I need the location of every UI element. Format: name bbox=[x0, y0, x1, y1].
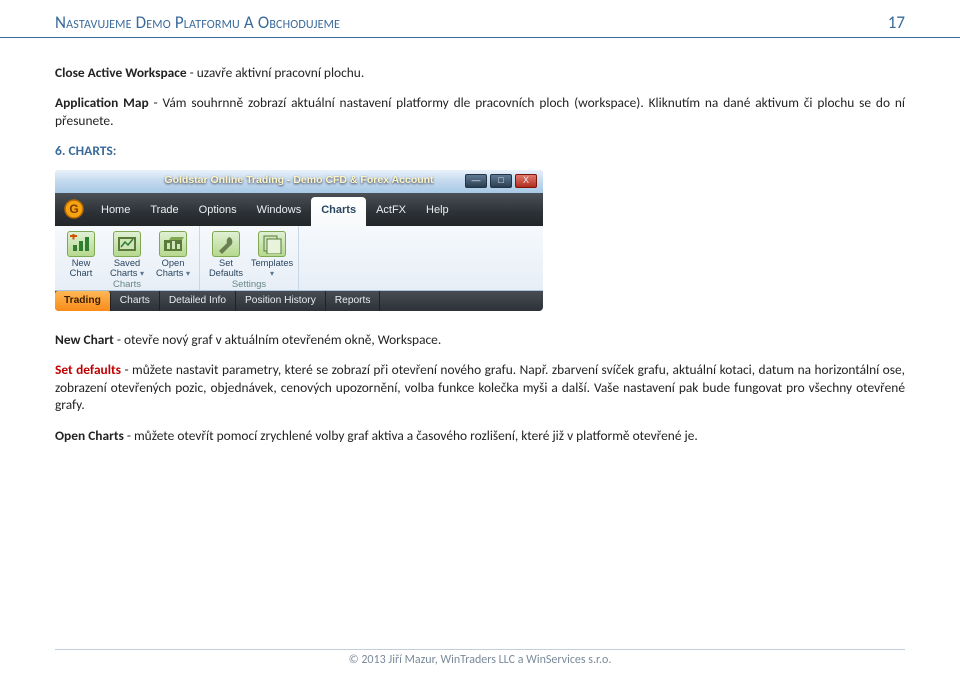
tab-trading[interactable]: Trading bbox=[55, 291, 111, 311]
ribbon-group-label: Charts bbox=[58, 278, 196, 291]
ribbon-group-charts: NewChartSavedCharts ▾OpenCharts ▾Charts bbox=[55, 226, 200, 290]
ribbon-open-charts[interactable]: OpenCharts ▾ bbox=[150, 228, 196, 279]
minimize-button[interactable]: — bbox=[465, 174, 487, 188]
menu-trade[interactable]: Trade bbox=[140, 193, 188, 226]
ribbon-saved-charts[interactable]: SavedCharts ▾ bbox=[104, 228, 150, 279]
chart-open-icon bbox=[159, 231, 187, 257]
tab-reports[interactable]: Reports bbox=[326, 291, 381, 311]
menubar: G HomeTradeOptionsWindowsChartsActFXHelp bbox=[55, 193, 543, 226]
close-button[interactable]: X bbox=[515, 174, 537, 188]
maximize-button[interactable]: □ bbox=[490, 174, 512, 188]
paragraph-new-chart: New Chart - otevře nový graf v aktuálním… bbox=[55, 331, 905, 348]
paragraph-open-charts: Open Charts - můžete otevřít pomocí zryc… bbox=[55, 427, 905, 444]
menu-windows[interactable]: Windows bbox=[247, 193, 312, 226]
menu-help[interactable]: Help bbox=[416, 193, 459, 226]
ribbon-set-defaults[interactable]: SetDefaults bbox=[203, 228, 249, 279]
tab-detailed-info[interactable]: Detailed Info bbox=[160, 291, 236, 311]
term: New Chart bbox=[55, 331, 114, 348]
ribbon-templates-[interactable]: Templates ▾ bbox=[249, 228, 295, 279]
page-number: 17 bbox=[888, 12, 905, 33]
tab-charts[interactable]: Charts bbox=[111, 291, 160, 311]
tabs-row: TradingChartsDetailed InfoPosition Histo… bbox=[55, 291, 543, 311]
templates-icon bbox=[258, 231, 286, 257]
term: Set defaults bbox=[55, 361, 121, 378]
page-footer: © 2013 Jiří Mazur, WinTraders LLC a WinS… bbox=[55, 649, 905, 667]
section-charts-heading: 6. CHARTS: bbox=[55, 142, 905, 160]
page-content: Close Active Workspace - uzavře aktivní … bbox=[0, 38, 960, 444]
wrench-icon bbox=[212, 231, 240, 257]
titlebar: Goldstar Online Trading - Demo CFD & For… bbox=[55, 170, 543, 193]
ribbon-group-settings: SetDefaultsTemplates ▾Settings bbox=[200, 226, 299, 290]
ribbon: NewChartSavedCharts ▾OpenCharts ▾ChartsS… bbox=[55, 226, 543, 291]
term: Open Charts bbox=[55, 427, 124, 444]
ribbon-new-chart[interactable]: NewChart bbox=[58, 228, 104, 279]
chart-plus-icon bbox=[67, 231, 95, 257]
menu-actfx[interactable]: ActFX bbox=[366, 193, 416, 226]
paragraph-set-defaults: Set defaults - můžete nastavit parametry… bbox=[55, 361, 905, 413]
header-title: Nastavujeme Demo Platformu A Obchodujeme bbox=[55, 12, 340, 33]
chart-saved-icon bbox=[113, 231, 141, 257]
menu-home[interactable]: Home bbox=[91, 193, 140, 226]
app-window: Goldstar Online Trading - Demo CFD & For… bbox=[55, 170, 543, 311]
brand-icon: G bbox=[59, 193, 89, 226]
ribbon-group-label: Settings bbox=[203, 278, 295, 291]
svg-text:G: G bbox=[69, 202, 78, 216]
paragraph-application-map: Application Map - Vám souhrnně zobrazí a… bbox=[55, 94, 905, 129]
menu-charts[interactable]: Charts bbox=[311, 197, 366, 226]
tab-position-history[interactable]: Position History bbox=[236, 291, 326, 311]
window-controls: — □ X bbox=[465, 174, 537, 188]
menu-options[interactable]: Options bbox=[189, 193, 247, 226]
paragraph-close-workspace: Close Active Workspace - uzavře aktivní … bbox=[55, 64, 905, 81]
app-screenshot: Goldstar Online Trading - Demo CFD & For… bbox=[55, 170, 905, 311]
term: Application Map bbox=[55, 94, 149, 111]
term: Close Active Workspace bbox=[55, 64, 187, 81]
page-header: Nastavujeme Demo Platformu A Obchodujeme… bbox=[0, 0, 960, 38]
